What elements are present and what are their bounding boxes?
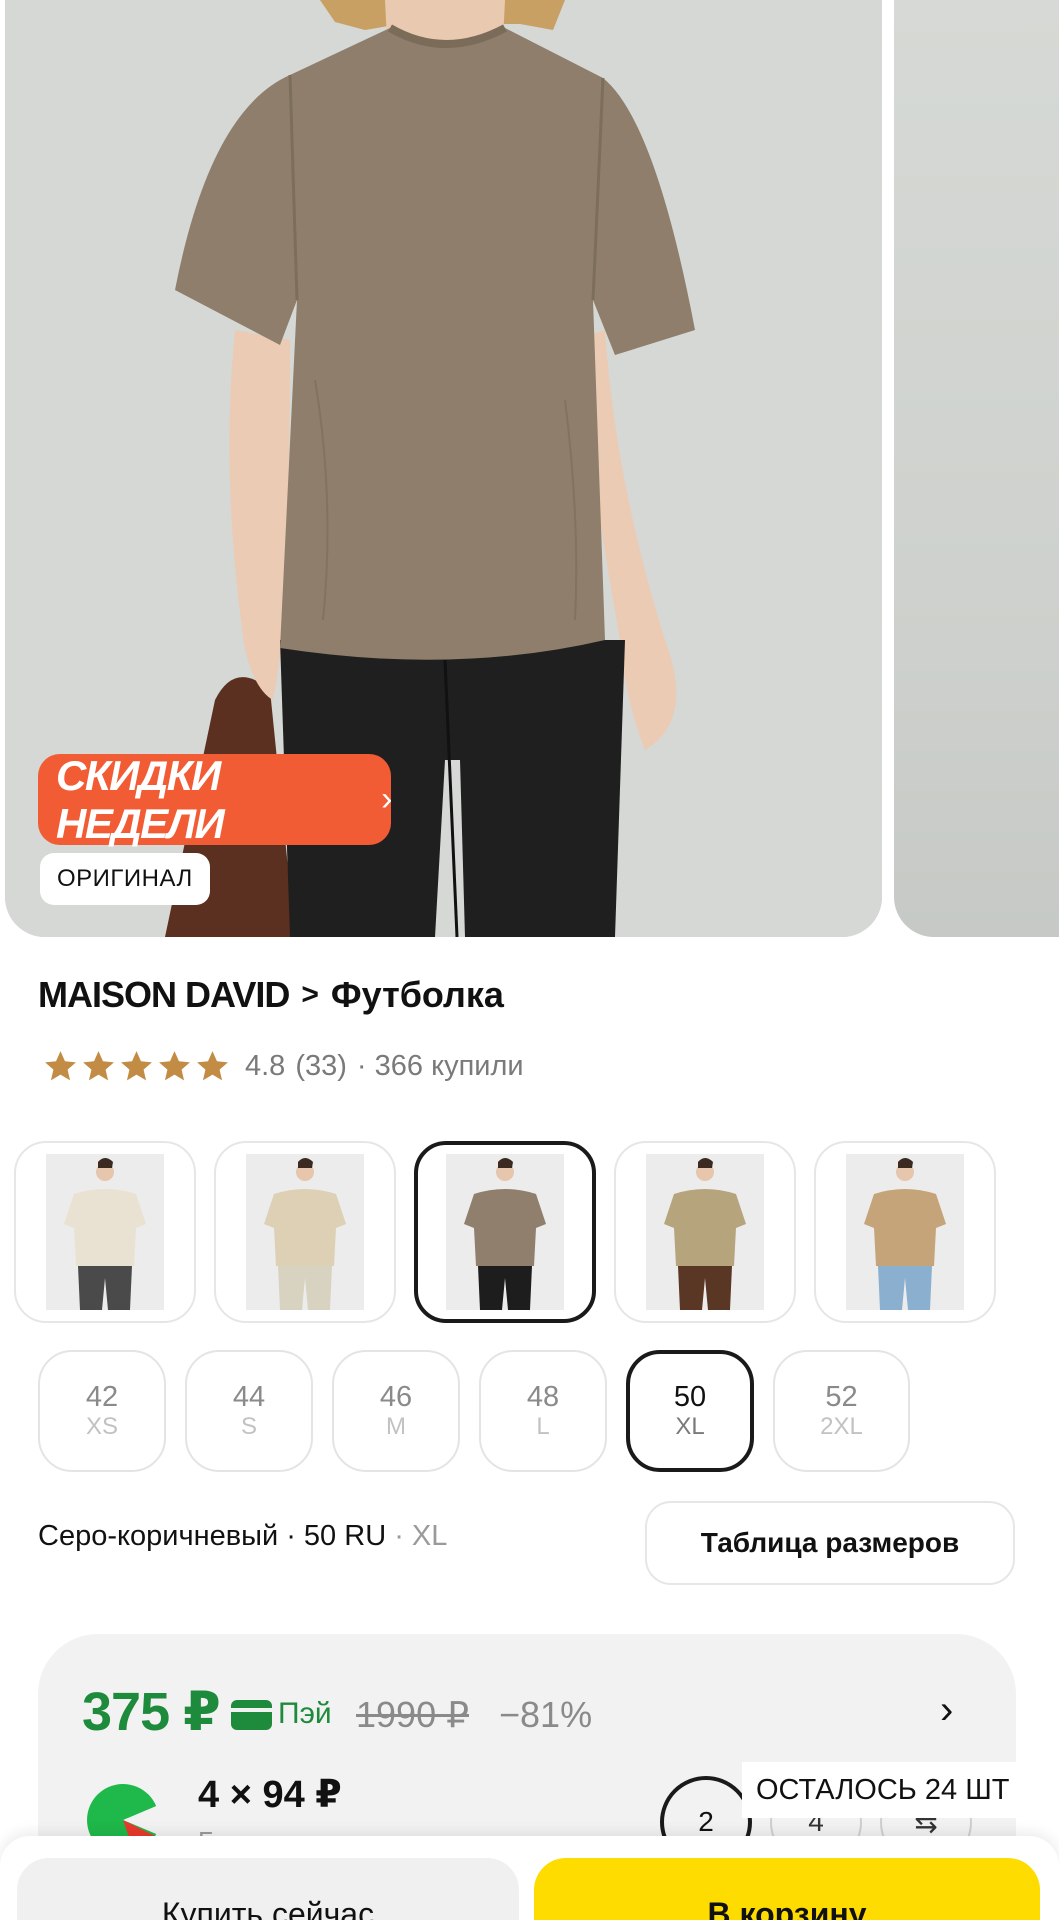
- review-count: (33): [295, 1050, 347, 1082]
- color-thumbnail-sand[interactable]: [214, 1141, 396, 1323]
- size-intl-label: L: [536, 1413, 550, 1440]
- size-ru-label: 52: [825, 1381, 858, 1413]
- color-thumbnail-cream[interactable]: [14, 1141, 196, 1323]
- star-icon: [197, 1051, 228, 1081]
- buy-now-button[interactable]: Купить сейчас: [17, 1858, 519, 1920]
- color-variants: [14, 1141, 996, 1323]
- size-ru-label: 44: [232, 1381, 266, 1413]
- size-option-52[interactable]: 52 2XL: [773, 1350, 910, 1472]
- current-price: 375 ₽: [82, 1682, 221, 1742]
- star-icon: [45, 1051, 76, 1081]
- original-badge: ОРИГИНАЛ: [40, 853, 210, 905]
- star-icon: [121, 1051, 152, 1081]
- chevron-right-icon: >: [301, 978, 319, 1011]
- star-rating: [42, 1048, 231, 1085]
- chevron-right-icon: ›: [381, 780, 392, 818]
- rating-summary[interactable]: 4.8 (33) · 366 купили: [42, 1048, 534, 1085]
- size-intl-label: M: [386, 1413, 406, 1440]
- brand-link[interactable]: MAISON DAVID: [38, 974, 290, 1016]
- star-icon: [83, 1051, 114, 1081]
- size-option-50[interactable]: 50 XL: [626, 1350, 754, 1472]
- color-thumbnail-image: [646, 1154, 764, 1310]
- add-to-cart-button[interactable]: В корзину: [534, 1858, 1040, 1920]
- size-option-48[interactable]: 48 L: [479, 1350, 607, 1472]
- size-ru-label: 48: [526, 1381, 560, 1413]
- size-table-button[interactable]: Таблица размеров: [645, 1501, 1015, 1585]
- color-thumbnail-image: [446, 1154, 564, 1310]
- size-intl-label: XL: [675, 1413, 705, 1440]
- size-ru-label: 42: [85, 1381, 119, 1413]
- stock-remaining: ОСТАЛОСЬ 24 ШТ: [742, 1762, 1024, 1818]
- size-option-42[interactable]: 42 XS: [38, 1350, 166, 1472]
- color-thumbnail-khaki[interactable]: [614, 1141, 796, 1323]
- next-photo-peek[interactable]: [894, 0, 1059, 937]
- size-selector: 42 XS 44 S 46 M 48 L 50 XL 52 2XL: [38, 1350, 910, 1472]
- color-thumbnail-taupe[interactable]: [414, 1141, 596, 1323]
- color-thumbnail-image: [846, 1154, 964, 1310]
- size-intl-label: XS: [85, 1413, 118, 1440]
- selected-variant: Серо-коричневый · 50 RU · XL: [38, 1520, 447, 1553]
- product-name: Футболка: [330, 974, 504, 1015]
- selected-size-ru: · 50 RU: [286, 1520, 387, 1552]
- color-thumbnail-image: [46, 1154, 164, 1310]
- size-ru-label: 50: [673, 1381, 707, 1413]
- color-thumbnail-camel[interactable]: [814, 1141, 996, 1323]
- selected-color: Серо-коричневый: [38, 1520, 279, 1552]
- size-intl-label: S: [240, 1413, 257, 1440]
- pay-label: Пэй: [278, 1697, 332, 1730]
- size-intl-label: 2XL: [820, 1413, 863, 1440]
- split-payment-amount: 4 × 94 ₽: [198, 1774, 342, 1816]
- star-icon: [159, 1051, 190, 1081]
- selected-size-intl: · XL: [394, 1520, 448, 1552]
- product-title: MAISON DAVID > Футболка: [38, 974, 504, 1016]
- promo-badge-label: СКИДКИ НЕДЕЛИ: [56, 751, 225, 847]
- card-icon: [231, 1700, 272, 1730]
- rating-value: 4.8: [245, 1050, 286, 1082]
- chevron-right-icon[interactable]: ›: [940, 1688, 953, 1733]
- size-ru-label: 46: [379, 1381, 413, 1413]
- old-price: 1990 ₽: [356, 1694, 469, 1735]
- size-option-46[interactable]: 46 M: [332, 1350, 460, 1472]
- color-thumbnail-image: [246, 1154, 364, 1310]
- weekly-discounts-badge[interactable]: СКИДКИ НЕДЕЛИ ›: [38, 751, 392, 847]
- size-option-44[interactable]: 44 S: [185, 1350, 313, 1472]
- purchase-count: · 366 купили: [356, 1050, 524, 1082]
- discount-percent: −81%: [499, 1694, 593, 1735]
